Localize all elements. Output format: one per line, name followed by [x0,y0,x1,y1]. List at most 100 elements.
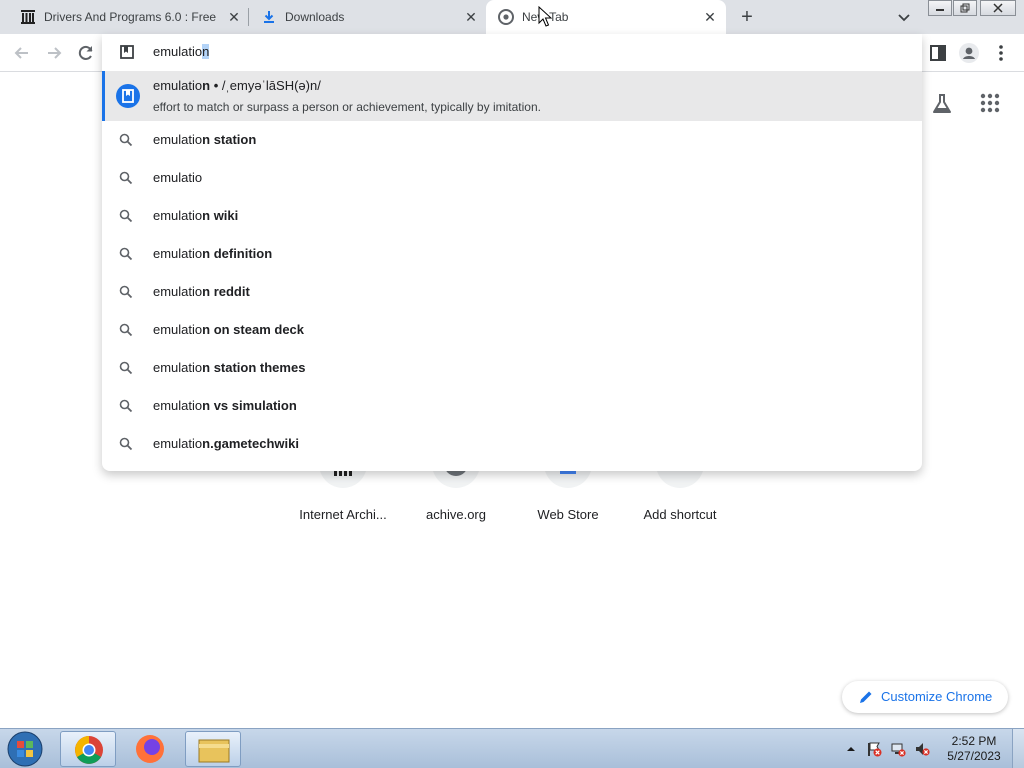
suggestion-typed-part: emulatio [153,208,203,223]
dictionary-icon [116,84,140,108]
suggestion-text: emulation on steam deck [153,322,304,337]
folder-icon [198,739,230,763]
search-suggestion[interactable]: emulation.gametechwiki [102,425,922,463]
show-hidden-icons-icon[interactable] [845,741,857,757]
suggestion-text: emulation reddit [153,284,250,299]
tab-title: Drivers And Programs 6.0 : Free D [44,10,218,24]
tab-drivers-and-programs[interactable]: Drivers And Programs 6.0 : Free D ✕ [8,0,248,34]
suggestion-typed-part: emulatio [153,132,203,147]
google-apps-grid-icon[interactable] [980,93,1000,113]
menu-dots-icon[interactable] [994,43,1008,63]
shortcut-label: Add shortcut [643,507,717,522]
tab-downloads[interactable]: Downloads ✕ [249,0,485,34]
profile-avatar-icon[interactable] [959,43,979,63]
book-icon [122,89,134,103]
search-suggestion[interactable]: emulation on steam deck [102,311,922,349]
volume-muted-icon[interactable] [914,741,930,757]
suggestion-text: emulation station [153,132,256,147]
shortcut-label: Internet Archi... [299,507,387,522]
search-suggestion[interactable]: emulation vs simulation [102,387,922,425]
suggestion-completion-part: n vs simulation [202,398,297,413]
tab-close-icon[interactable]: ✕ [463,9,479,25]
omnibox-input[interactable]: emulation [102,34,922,71]
taskbar-chrome[interactable] [60,731,116,767]
suggestion-text: emulation definition [153,246,272,261]
search-icon [119,399,133,413]
chrome-favicon-icon [498,9,514,25]
omnibox-text: emulation [153,44,210,59]
dictionary-definition: effort to match or surpass a person or a… [153,100,541,114]
suggestion-completion-part: n station themes [202,360,306,375]
search-suggestion[interactable]: emulation station [102,121,922,159]
minimize-icon [936,9,944,11]
suggestion-text: emulatio [153,170,202,185]
windows-taskbar: 2:52 PM 5/27/2023 [0,728,1024,768]
firefox-icon [136,735,164,763]
search-icon [119,209,133,223]
show-desktop-button[interactable] [1012,729,1024,768]
search-suggestion[interactable]: emulation definition [102,235,922,273]
back-arrow-icon[interactable] [12,43,32,63]
suggestion-completion-part: n.gametechwiki [202,436,299,451]
suggestion-completion-part: n wiki [202,208,239,223]
search-suggestion[interactable]: emulation wiki [102,197,922,235]
suggestion-text: emulation station themes [153,360,305,375]
bookmark-page-icon [120,45,134,59]
omnibox-autocomplete-selection: n [202,44,210,59]
tab-close-icon[interactable]: ✕ [702,9,718,25]
suggestion-completion-part: n reddit [202,284,250,299]
windows-start-icon[interactable] [4,730,46,768]
suggestion-typed-part: emulatio [153,284,203,299]
side-panel-icon[interactable] [928,43,948,63]
suggestion-completion-part: n on steam deck [202,322,305,337]
reload-icon[interactable] [76,43,96,63]
taskbar-clock[interactable]: 2:52 PM 5/27/2023 [944,734,1004,764]
search-suggestion[interactable]: emulation station themes [102,349,922,387]
customize-chrome-label: Customize Chrome [881,689,993,704]
restore-window-button[interactable] [953,0,977,16]
download-icon [264,11,274,23]
suggestion-typed-part: emulatio [153,246,203,261]
dictionary-suggestion[interactable]: emulation • /ˌemyəˈlāSH(ə)n/ effort to m… [102,71,922,121]
omnibox-dropdown: emulation emulation • /ˌemyəˈlāSH(ə)n/ e… [102,34,922,471]
suggestion-typed-part: emulatio [153,398,203,413]
labs-flask-icon[interactable] [930,92,954,116]
forward-arrow-icon[interactable] [44,43,64,63]
search-suggestion[interactable]: emulatio [102,159,922,197]
dictionary-headline: emulation • /ˌemyəˈlāSH(ə)n/ [153,78,321,93]
minimize-window-button[interactable] [928,0,952,16]
clock-time: 2:52 PM [951,734,997,748]
suggestion-completion-part: n station [202,132,257,147]
tab-close-icon[interactable]: ✕ [226,9,242,25]
close-icon [993,3,1003,13]
customize-chrome-button[interactable]: Customize Chrome [842,681,1008,713]
dictionary-word-base: emulatio [153,78,203,93]
tab-search-chevron-icon[interactable] [896,9,912,25]
mouse-cursor-icon [538,6,552,27]
network-icon[interactable] [890,741,906,757]
shortcut-label: Web Store [537,507,599,522]
taskbar-firefox[interactable] [122,731,178,767]
new-tab-button[interactable]: + [737,7,757,27]
shortcut-label: achive.org [426,507,486,522]
dictionary-word-tail: n • [202,78,222,93]
omnibox-typed-text: emulatio [153,44,203,59]
suggestion-typed-part: emulatio [153,170,203,185]
taskbar-file-explorer[interactable] [185,731,241,767]
action-center-flag-icon[interactable] [866,741,882,757]
tab-new-tab[interactable]: New Tab ✕ [486,0,726,34]
suggestion-text: emulation.gametechwiki [153,436,299,451]
pencil-icon [860,691,872,703]
search-icon [119,323,133,337]
search-icon [119,437,133,451]
search-icon [119,247,133,261]
suggestion-text: emulation wiki [153,208,238,223]
clock-date: 5/27/2023 [947,749,1001,763]
suggestion-text: emulation vs simulation [153,398,297,413]
search-icon [119,171,133,185]
close-window-button[interactable] [980,0,1016,16]
suggestion-typed-part: emulatio [153,322,203,337]
search-suggestion[interactable]: emulation reddit [102,273,922,311]
search-icon [119,285,133,299]
chrome-icon [75,736,103,764]
